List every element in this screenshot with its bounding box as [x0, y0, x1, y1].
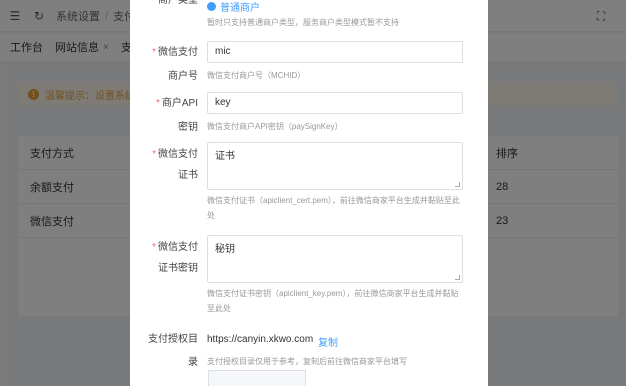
merchant-type-label: 商户类型 — [158, 0, 198, 6]
payment-config-modal: 商户类型 普通商户 暂时只支持普通商户类型，服务商户类型模式暂不支持 * 微信支付… — [130, 0, 488, 386]
radio-normal-merchant[interactable] — [207, 2, 216, 11]
cert-textarea[interactable]: 证书 — [207, 142, 463, 190]
mchid-input[interactable]: mic — [207, 41, 463, 63]
copy-button[interactable]: 复制 — [318, 334, 338, 349]
mchid-label: * 微信支付 — [152, 47, 198, 58]
auth-dir-label-2: 录 — [188, 357, 198, 368]
api-key-input[interactable]: key — [207, 92, 463, 114]
api-key-label-2: 密钥 — [178, 122, 198, 133]
cert-key-textarea[interactable]: 秘钥 — [207, 235, 463, 283]
mchid-tip: 微信支付商户号（MCHID） — [207, 71, 306, 80]
cert-label-2: 证书 — [178, 170, 198, 181]
merchant-type-tip: 暂时只支持普通商户类型，服务商户类型模式暂不支持 — [207, 18, 399, 27]
api-key-tip: 微信支付商户API密钥（paySignKey） — [207, 122, 343, 131]
cert-key-textarea-value: 秘钥 — [215, 244, 235, 255]
resize-handle-icon[interactable] — [455, 275, 460, 280]
radio-label[interactable]: 普通商户 — [220, 0, 260, 14]
cert-tip: 微信支付证书（apiclient_cert.pem），前往微信商家平台生成并黏贴… — [207, 196, 460, 220]
mchid-label-2: 商户号 — [168, 71, 198, 82]
sort-stepper[interactable] — [208, 370, 306, 386]
api-key-label: * 商户API — [155, 98, 198, 109]
auth-dir-url: https://canyin.xkwo.com — [207, 334, 314, 345]
resize-handle-icon[interactable] — [455, 182, 460, 187]
cert-key-label-2: 证书密钥 — [158, 263, 198, 274]
cert-key-tip: 微信支付证书密钥（apiclient_key.pem），前往微信商家平台生成并黏… — [207, 289, 459, 313]
auth-dir-tip: 支付授权目录仅用于参考，复制后前往微信商家平台填写 — [207, 357, 407, 366]
cert-textarea-value: 证书 — [215, 151, 235, 162]
